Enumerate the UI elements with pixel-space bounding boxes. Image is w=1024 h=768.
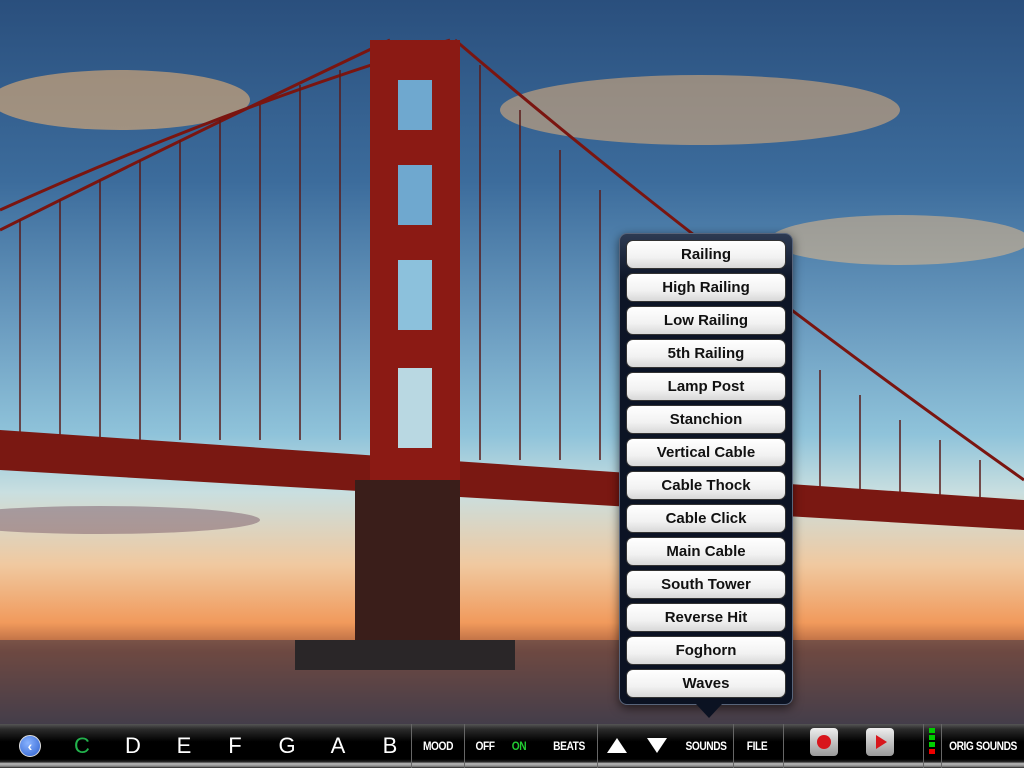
divider	[733, 724, 734, 768]
sound-railing-button[interactable]: Railing	[626, 240, 786, 269]
bridge-illustration	[0, 38, 1024, 724]
sound-waves-button[interactable]: Waves	[626, 669, 786, 698]
divider	[597, 724, 598, 768]
sound-cable-thock-button[interactable]: Cable Thock	[626, 471, 786, 500]
note-g-button[interactable]: G	[278, 724, 295, 764]
sound-main-cable-button[interactable]: Main Cable	[626, 537, 786, 566]
divider	[783, 724, 784, 768]
sounds-up-arrow-icon[interactable]	[607, 738, 627, 753]
sound-high-railing-button[interactable]: High Railing	[626, 273, 786, 302]
divider	[923, 724, 924, 768]
mood-button[interactable]: MOOD	[423, 724, 453, 764]
note-d-button[interactable]: D	[125, 724, 141, 764]
sound-vertical-cable-button[interactable]: Vertical Cable	[626, 438, 786, 467]
popup-arrow	[696, 704, 722, 718]
golden-gate-bridge-background	[0, 0, 1024, 724]
divider	[411, 724, 412, 768]
sounds-down-arrow-icon[interactable]	[647, 738, 667, 753]
note-b-button[interactable]: B	[383, 724, 398, 764]
back-icon[interactable]: ‹	[19, 735, 41, 757]
bottom-toolbar: ‹ C D E F G A B MOOD OFF ON BEATS SOUNDS…	[0, 724, 1024, 768]
divider	[941, 724, 942, 768]
sound-low-railing-button[interactable]: Low Railing	[626, 306, 786, 335]
play-icon	[876, 735, 887, 749]
sound-south-tower-button[interactable]: South Tower	[626, 570, 786, 599]
note-c-button[interactable]: C	[74, 724, 90, 764]
file-button[interactable]: FILE	[747, 724, 768, 764]
beats-label: BEATS	[553, 739, 585, 753]
sound-stanchion-button[interactable]: Stanchion	[626, 405, 786, 434]
level-meter	[929, 728, 935, 754]
sound-cable-click-button[interactable]: Cable Click	[626, 504, 786, 533]
sound-lamp-post-button[interactable]: Lamp Post	[626, 372, 786, 401]
sound-5th-railing-button[interactable]: 5th Railing	[626, 339, 786, 368]
note-e-button[interactable]: E	[177, 724, 192, 764]
sound-foghorn-button[interactable]: Foghorn	[626, 636, 786, 665]
sounds-popup-menu: Railing High Railing Low Railing 5th Rai…	[619, 233, 793, 718]
record-icon	[817, 735, 831, 749]
sound-reverse-hit-button[interactable]: Reverse Hit	[626, 603, 786, 632]
divider	[464, 724, 465, 768]
note-f-button[interactable]: F	[228, 724, 241, 764]
beats-on-button[interactable]: ON	[512, 724, 527, 764]
orig-sounds-button[interactable]: ORIG SOUNDS	[949, 724, 1017, 764]
note-a-button[interactable]: A	[331, 724, 346, 764]
play-button[interactable]	[866, 728, 894, 756]
sounds-button[interactable]: SOUNDS	[685, 724, 727, 764]
beats-off-button[interactable]: OFF	[475, 724, 495, 764]
record-button[interactable]	[810, 728, 838, 756]
